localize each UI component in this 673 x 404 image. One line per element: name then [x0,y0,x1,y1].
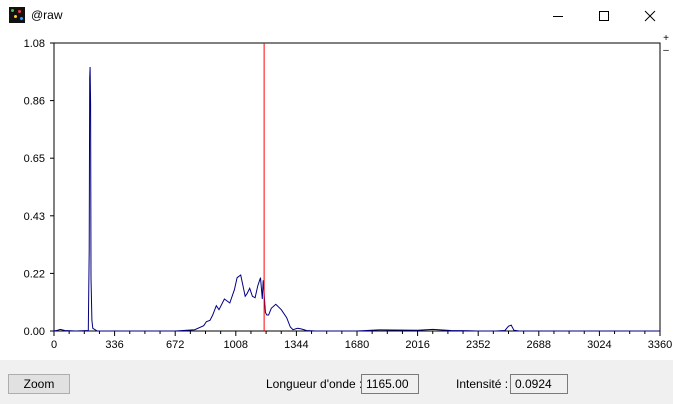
spectrum-plot-area[interactable]: 0.00 0.22 0.43 0.65 0.86 1.08 0 336 672 1008 1344 1… [0,32,673,360]
y-tick-label: 0.43 [24,211,45,223]
x-tick-label: 3024 [587,339,611,351]
y-tick-label: 0.00 [24,326,45,338]
intensity-field: 0.0924 [510,374,568,394]
wavelength-label: Longueur d'onde : [266,377,363,391]
maximize-icon [599,11,609,21]
zoom-button[interactable]: Zoom [8,374,70,394]
plot-frame [53,42,661,332]
close-icon [644,10,656,22]
zoom-out-control[interactable]: – [662,46,670,56]
intensity-label: Intensité : [456,377,509,391]
x-tick-label: 336 [105,339,123,351]
zoom-in-control[interactable]: + [662,34,670,44]
spectrum-chart[interactable]: 0.00 0.22 0.43 0.65 0.86 1.08 0 336 672 1008 1344 1… [0,32,673,360]
x-tick-label: 1680 [345,339,369,351]
y-tick-label: 0.22 [24,268,45,280]
minimize-icon [553,16,563,17]
spectrum-line [53,66,660,332]
x-tick-label: 2352 [466,339,490,351]
title-bar: @raw [0,0,673,32]
y-tick-label: 0.86 [24,96,45,108]
x-tick-label: 2016 [405,339,429,351]
x-tick-label: 1008 [224,339,248,351]
maximize-button[interactable] [581,0,627,32]
y-tick-label: 1.08 [24,38,45,50]
y-tick-label: 0.65 [24,153,45,165]
close-button[interactable] [627,0,673,32]
x-tick-label: 0 [51,339,57,351]
wavelength-field: 1165.00 [361,374,419,394]
app-icon [9,7,25,23]
x-tick-label: 3360 [648,339,672,351]
x-tick-label: 672 [166,339,184,351]
minimize-button[interactable] [535,0,581,32]
footer-panel: Zoom Longueur d'onde : 1165.00 Intensité… [0,360,673,404]
x-tick-label: 1344 [284,339,308,351]
window-title: @raw [31,8,63,22]
x-tick-label: 2688 [527,339,551,351]
